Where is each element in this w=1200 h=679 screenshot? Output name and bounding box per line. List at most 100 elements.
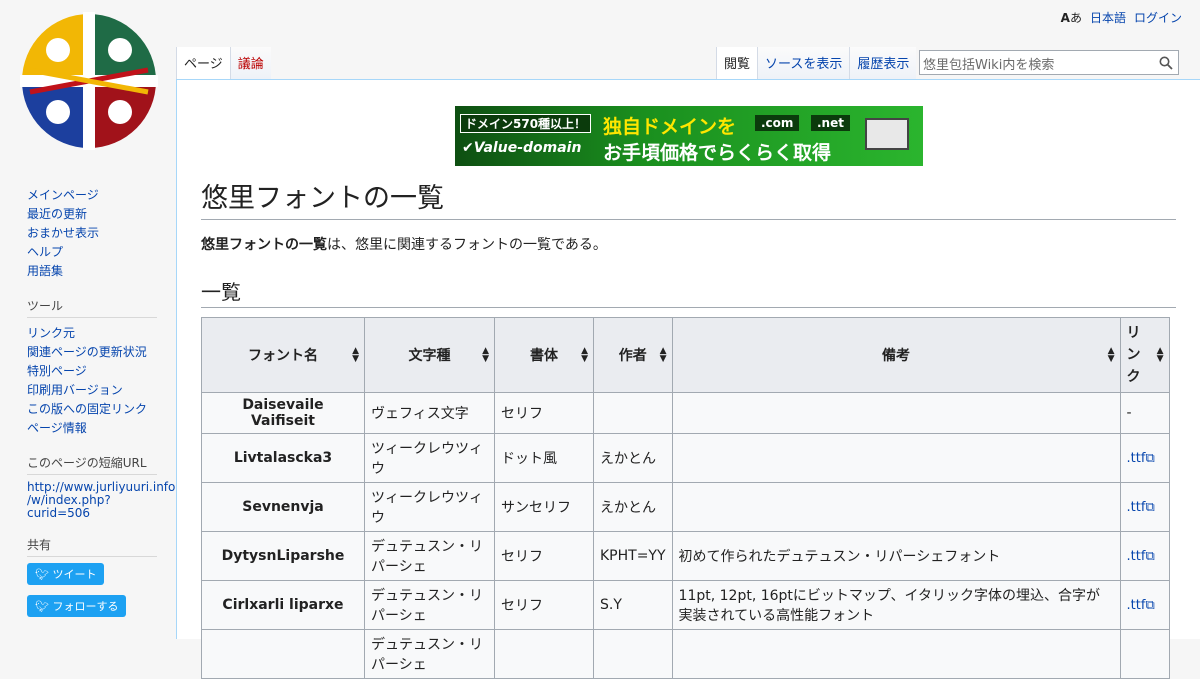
cell-author: えかとん — [593, 433, 673, 483]
col-header-author[interactable]: 作者 ▲ ▼ — [593, 317, 673, 393]
external-link-icon: ⧉ — [1145, 451, 1155, 466]
col-header-script[interactable]: 文字種 ▲ ▼ — [364, 317, 495, 393]
banner-brand: ✔Value-domain — [462, 140, 581, 156]
search-icon[interactable] — [1159, 56, 1173, 70]
sidebar-item-related-changes[interactable]: 関連ページの更新状況 — [27, 343, 157, 362]
sort-icon[interactable]: ▲ ▼ — [660, 347, 667, 364]
cell-link: .ttf⧉ — [1119, 482, 1170, 532]
login-link[interactable]: ログイン — [1134, 9, 1182, 26]
cell-note — [671, 482, 1121, 532]
ttf-link-text: .ttf — [1126, 500, 1146, 515]
tab-page-label[interactable]: ページ — [184, 53, 223, 72]
sidebar-item-print[interactable]: 印刷用バージョン — [27, 381, 157, 400]
cell-style: セリフ — [494, 531, 594, 581]
cell-script: デュテュスン・リパーシェ — [364, 629, 495, 679]
sidebar-link[interactable]: この版への固定リンク — [27, 402, 147, 416]
twitter-bird-icon: 🐦︎ — [35, 600, 49, 613]
cell-link — [1119, 629, 1170, 679]
ad-banner[interactable]: ドメイン570種以上！ ✔Value-domain 独自ドメインを お手頃価格で… — [455, 106, 923, 166]
sidebar-link[interactable]: リンク元 — [27, 326, 75, 340]
tab-page[interactable]: ページ — [176, 47, 230, 79]
tab-read-label[interactable]: 閲覧 — [724, 53, 750, 72]
sidebar-item-main-page[interactable]: メインページ — [27, 186, 157, 205]
cell-font-name: Sevnenvja — [201, 482, 365, 532]
col-header-style[interactable]: 書体 ▲ ▼ — [494, 317, 594, 393]
col-header-label: 文字種 — [408, 348, 451, 364]
col-header-font-name[interactable]: フォント名 ▲ ▼ — [201, 317, 365, 393]
language-icon[interactable]: Aあ — [1061, 9, 1082, 26]
tab-view-source[interactable]: ソースを表示 — [757, 47, 850, 79]
cell-link: .ttf⧉ — [1119, 580, 1170, 630]
share-portal: 共有 🐦︎ ツイート 🐦︎ フォローする — [27, 536, 157, 627]
col-header-label: 書体 — [530, 348, 558, 364]
cell-note: 11pt, 12pt, 16ptにビットマップ、イタリック字体の埋込、合字が実装… — [671, 580, 1121, 630]
sidebar-item-help[interactable]: ヘルプ — [27, 243, 157, 262]
col-header-label: リンク — [1126, 325, 1141, 385]
sidebar-item-page-info[interactable]: ページ情報 — [27, 419, 157, 438]
share-heading: 共有 — [27, 536, 157, 557]
col-header-link[interactable]: リンク ▲ ▼ — [1119, 317, 1170, 393]
font-table: フォント名 ▲ ▼ 文字種 ▲ ▼ 書体 ▲ ▼ 作者 ▲ ▼ 備考 ▲ ▼ リンク ▲ ▼ Daise… — [201, 317, 1170, 679]
ttf-link-text: .ttf — [1126, 598, 1146, 613]
col-header-label: フォント名 — [248, 348, 318, 364]
sort-icon[interactable]: ▲ ▼ — [581, 347, 588, 364]
search-input[interactable]: 悠里包括Wiki内を検索 — [919, 50, 1179, 75]
cell-script: デュテュスン・リパーシェ — [364, 531, 495, 581]
sidebar-item-random[interactable]: おまかせ表示 — [27, 224, 157, 243]
sidebar-item-whatlinkshere[interactable]: リンク元 — [27, 324, 157, 343]
tab-read[interactable]: 閲覧 — [716, 47, 758, 79]
sidebar-link[interactable]: おまかせ表示 — [27, 226, 99, 240]
sidebar-item-recent-changes[interactable]: 最近の更新 — [27, 205, 157, 224]
tab-talk-label[interactable]: 議論 — [238, 53, 264, 72]
cell-link: .ttf⧉ — [1119, 531, 1170, 581]
tools-portal: ツール リンク元 関連ページの更新状況 特別ページ 印刷用バージョン この版への… — [27, 297, 157, 438]
page-title: 悠里フォントの一覧 — [201, 176, 1176, 220]
ttf-download-link[interactable]: .ttf⧉ — [1127, 500, 1155, 515]
sidebar-link[interactable]: 印刷用バージョン — [27, 383, 123, 397]
banner-tld-com: .com — [755, 115, 800, 131]
ttf-download-link[interactable]: .ttf⧉ — [1127, 598, 1155, 613]
sort-icon[interactable]: ▲ ▼ — [352, 347, 359, 364]
sidebar-item-special-pages[interactable]: 特別ページ — [27, 362, 157, 381]
cell-style: セリフ — [494, 392, 594, 434]
cell-style: セリフ — [494, 580, 594, 630]
sidebar-item-permalink[interactable]: この版への固定リンク — [27, 400, 157, 419]
tab-history[interactable]: 履歴表示 — [849, 47, 917, 79]
sidebar-link[interactable]: 特別ページ — [27, 364, 87, 378]
sidebar-link[interactable]: ページ情報 — [27, 421, 87, 435]
ttf-download-link[interactable]: .ttf⧉ — [1127, 549, 1155, 564]
sidebar-item-glossary[interactable]: 用語集 — [27, 262, 157, 281]
sort-icon[interactable]: ▲ ▼ — [1108, 347, 1115, 364]
shorturl-link[interactable]: http://www.jurliyuuri.info /w/index.php?… — [27, 481, 175, 520]
col-header-label: 備考 — [882, 348, 911, 364]
sort-icon[interactable]: ▲ ▼ — [482, 347, 489, 364]
sidebar-link[interactable]: 最近の更新 — [27, 207, 87, 221]
section-heading: 一覧 — [201, 276, 1176, 308]
banner-brand-text: Value-domain — [473, 140, 582, 156]
tab-talk[interactable]: 議論 — [229, 47, 271, 79]
sidebar-link[interactable]: 関連ページの更新状況 — [27, 345, 147, 359]
sidebar-link[interactable]: 用語集 — [27, 264, 63, 278]
ttf-link-text: .ttf — [1126, 549, 1146, 564]
cell-author: KPHT=YY — [593, 531, 673, 581]
col-header-note[interactable]: 備考 ▲ ▼ — [671, 317, 1121, 393]
sidebar-link[interactable]: ヘルプ — [27, 245, 63, 259]
tweet-label: ツイート — [52, 568, 97, 581]
tab-view-source-label[interactable]: ソースを表示 — [765, 53, 842, 72]
sidebar-link[interactable]: メインページ — [27, 188, 99, 202]
sort-icon[interactable]: ▲ ▼ — [1157, 347, 1164, 364]
table-row: DytysnLiparshe デュテュスン・リパーシェ セリフ KPHT=YY … — [201, 531, 1170, 581]
tab-history-label[interactable]: 履歴表示 — [857, 53, 909, 72]
banner-badge: ドメイン570種以上！ — [460, 114, 592, 133]
tweet-button[interactable]: 🐦︎ ツイート — [27, 563, 105, 585]
language-link[interactable]: 日本語 — [1090, 9, 1126, 26]
cell-note — [671, 433, 1121, 483]
follow-button[interactable]: 🐦︎ フォローする — [27, 595, 127, 617]
check-icon: ✔ — [462, 140, 474, 156]
col-header-label: 作者 — [618, 348, 647, 364]
cell-author — [593, 629, 673, 679]
cell-font-name: Livtalascka3 — [201, 433, 365, 483]
site-logo[interactable] — [20, 12, 158, 150]
cell-link: .ttf⧉ — [1119, 433, 1170, 483]
ttf-download-link[interactable]: .ttf⧉ — [1127, 451, 1155, 466]
